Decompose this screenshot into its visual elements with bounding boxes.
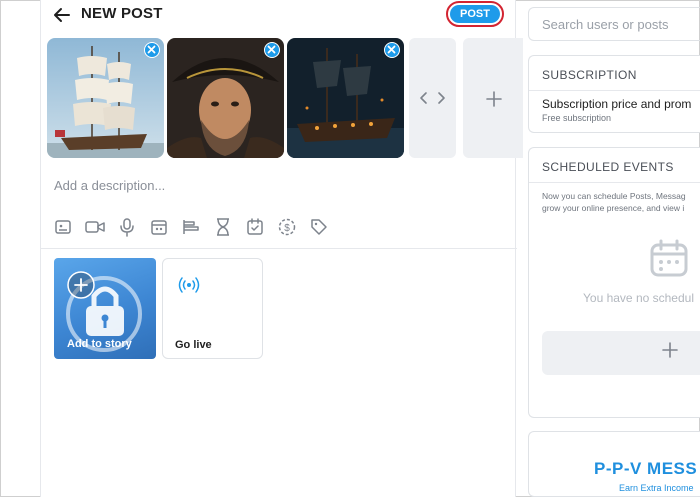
back-arrow-icon[interactable]: [51, 4, 73, 26]
calendar-icon: [650, 239, 688, 277]
svg-text:$: $: [284, 223, 290, 234]
media-thumbnails: [47, 38, 523, 158]
media-thumbnail[interactable]: [287, 38, 404, 158]
add-to-story-label: Add to story: [67, 338, 132, 350]
post-button-highlight: POST: [446, 1, 504, 27]
header: NEW POST POST: [41, 0, 517, 32]
scheduled-events-description: Now you can schedule Posts, Messag grow …: [542, 190, 686, 214]
subscription-status: Free subscription: [542, 113, 612, 123]
plus-icon: [486, 91, 502, 107]
subscription-title: SUBSCRIPTION: [542, 68, 637, 82]
description-line: grow your online presence, and view i: [542, 203, 685, 213]
poll-icon[interactable]: [179, 215, 203, 239]
close-icon: [147, 45, 156, 54]
scheduled-events-card: SCHEDULED EVENTS Now you can schedule Po…: [528, 147, 700, 418]
add-to-story-card[interactable]: Add to story: [54, 258, 156, 359]
hourglass-icon[interactable]: [211, 215, 235, 239]
card-divider: [529, 182, 700, 183]
add-event-button[interactable]: [542, 331, 700, 375]
paid-icon[interactable]: $: [275, 215, 299, 239]
remove-media-button[interactable]: [384, 42, 400, 58]
reorder-media-button[interactable]: [409, 38, 456, 158]
vault-icon[interactable]: [147, 215, 171, 239]
composer-panel: NEW POST POST Add a description... $ Add…: [40, 0, 523, 497]
promo-subtitle: Earn Extra Income: [619, 483, 694, 493]
media-thumbnail[interactable]: [167, 38, 284, 158]
subscription-card: SUBSCRIPTION Subscription price and prom…: [528, 55, 700, 133]
divider: [41, 248, 517, 249]
plus-icon: [662, 342, 678, 358]
ppv-promo-card[interactable]: P-P-V MESS Earn Extra Income: [528, 431, 700, 497]
go-live-card[interactable]: Go live: [162, 258, 263, 359]
remove-media-button[interactable]: [264, 42, 280, 58]
description-input[interactable]: Add a description...: [54, 178, 165, 193]
subscription-price-link[interactable]: Subscription price and prom: [542, 97, 691, 111]
close-icon: [267, 45, 276, 54]
card-divider: [529, 90, 700, 91]
search-placeholder: Search users or posts: [542, 17, 669, 32]
scheduled-events-title: SCHEDULED EVENTS: [542, 160, 674, 174]
microphone-icon[interactable]: [115, 215, 139, 239]
post-button[interactable]: POST: [450, 5, 500, 23]
description-line: Now you can schedule Posts, Messag: [542, 191, 686, 201]
go-live-label: Go live: [175, 339, 212, 351]
close-icon: [387, 45, 396, 54]
chevrons-left-right-icon: [420, 92, 445, 104]
remove-media-button[interactable]: [144, 42, 160, 58]
composer-toolbar: $: [51, 215, 351, 239]
add-media-button[interactable]: [463, 38, 523, 158]
empty-state-text: You have no schedul: [583, 291, 694, 305]
search-input[interactable]: Search users or posts: [528, 7, 700, 41]
tag-icon[interactable]: [307, 215, 331, 239]
video-icon[interactable]: [83, 215, 107, 239]
promo-title: P-P-V MESS: [594, 459, 698, 478]
broadcast-icon: [178, 277, 200, 293]
calendar-icon[interactable]: [243, 215, 267, 239]
page-title: NEW POST: [81, 5, 163, 22]
image-icon[interactable]: [51, 215, 75, 239]
add-story-plus-icon: [67, 271, 95, 299]
media-thumbnail[interactable]: [47, 38, 164, 158]
